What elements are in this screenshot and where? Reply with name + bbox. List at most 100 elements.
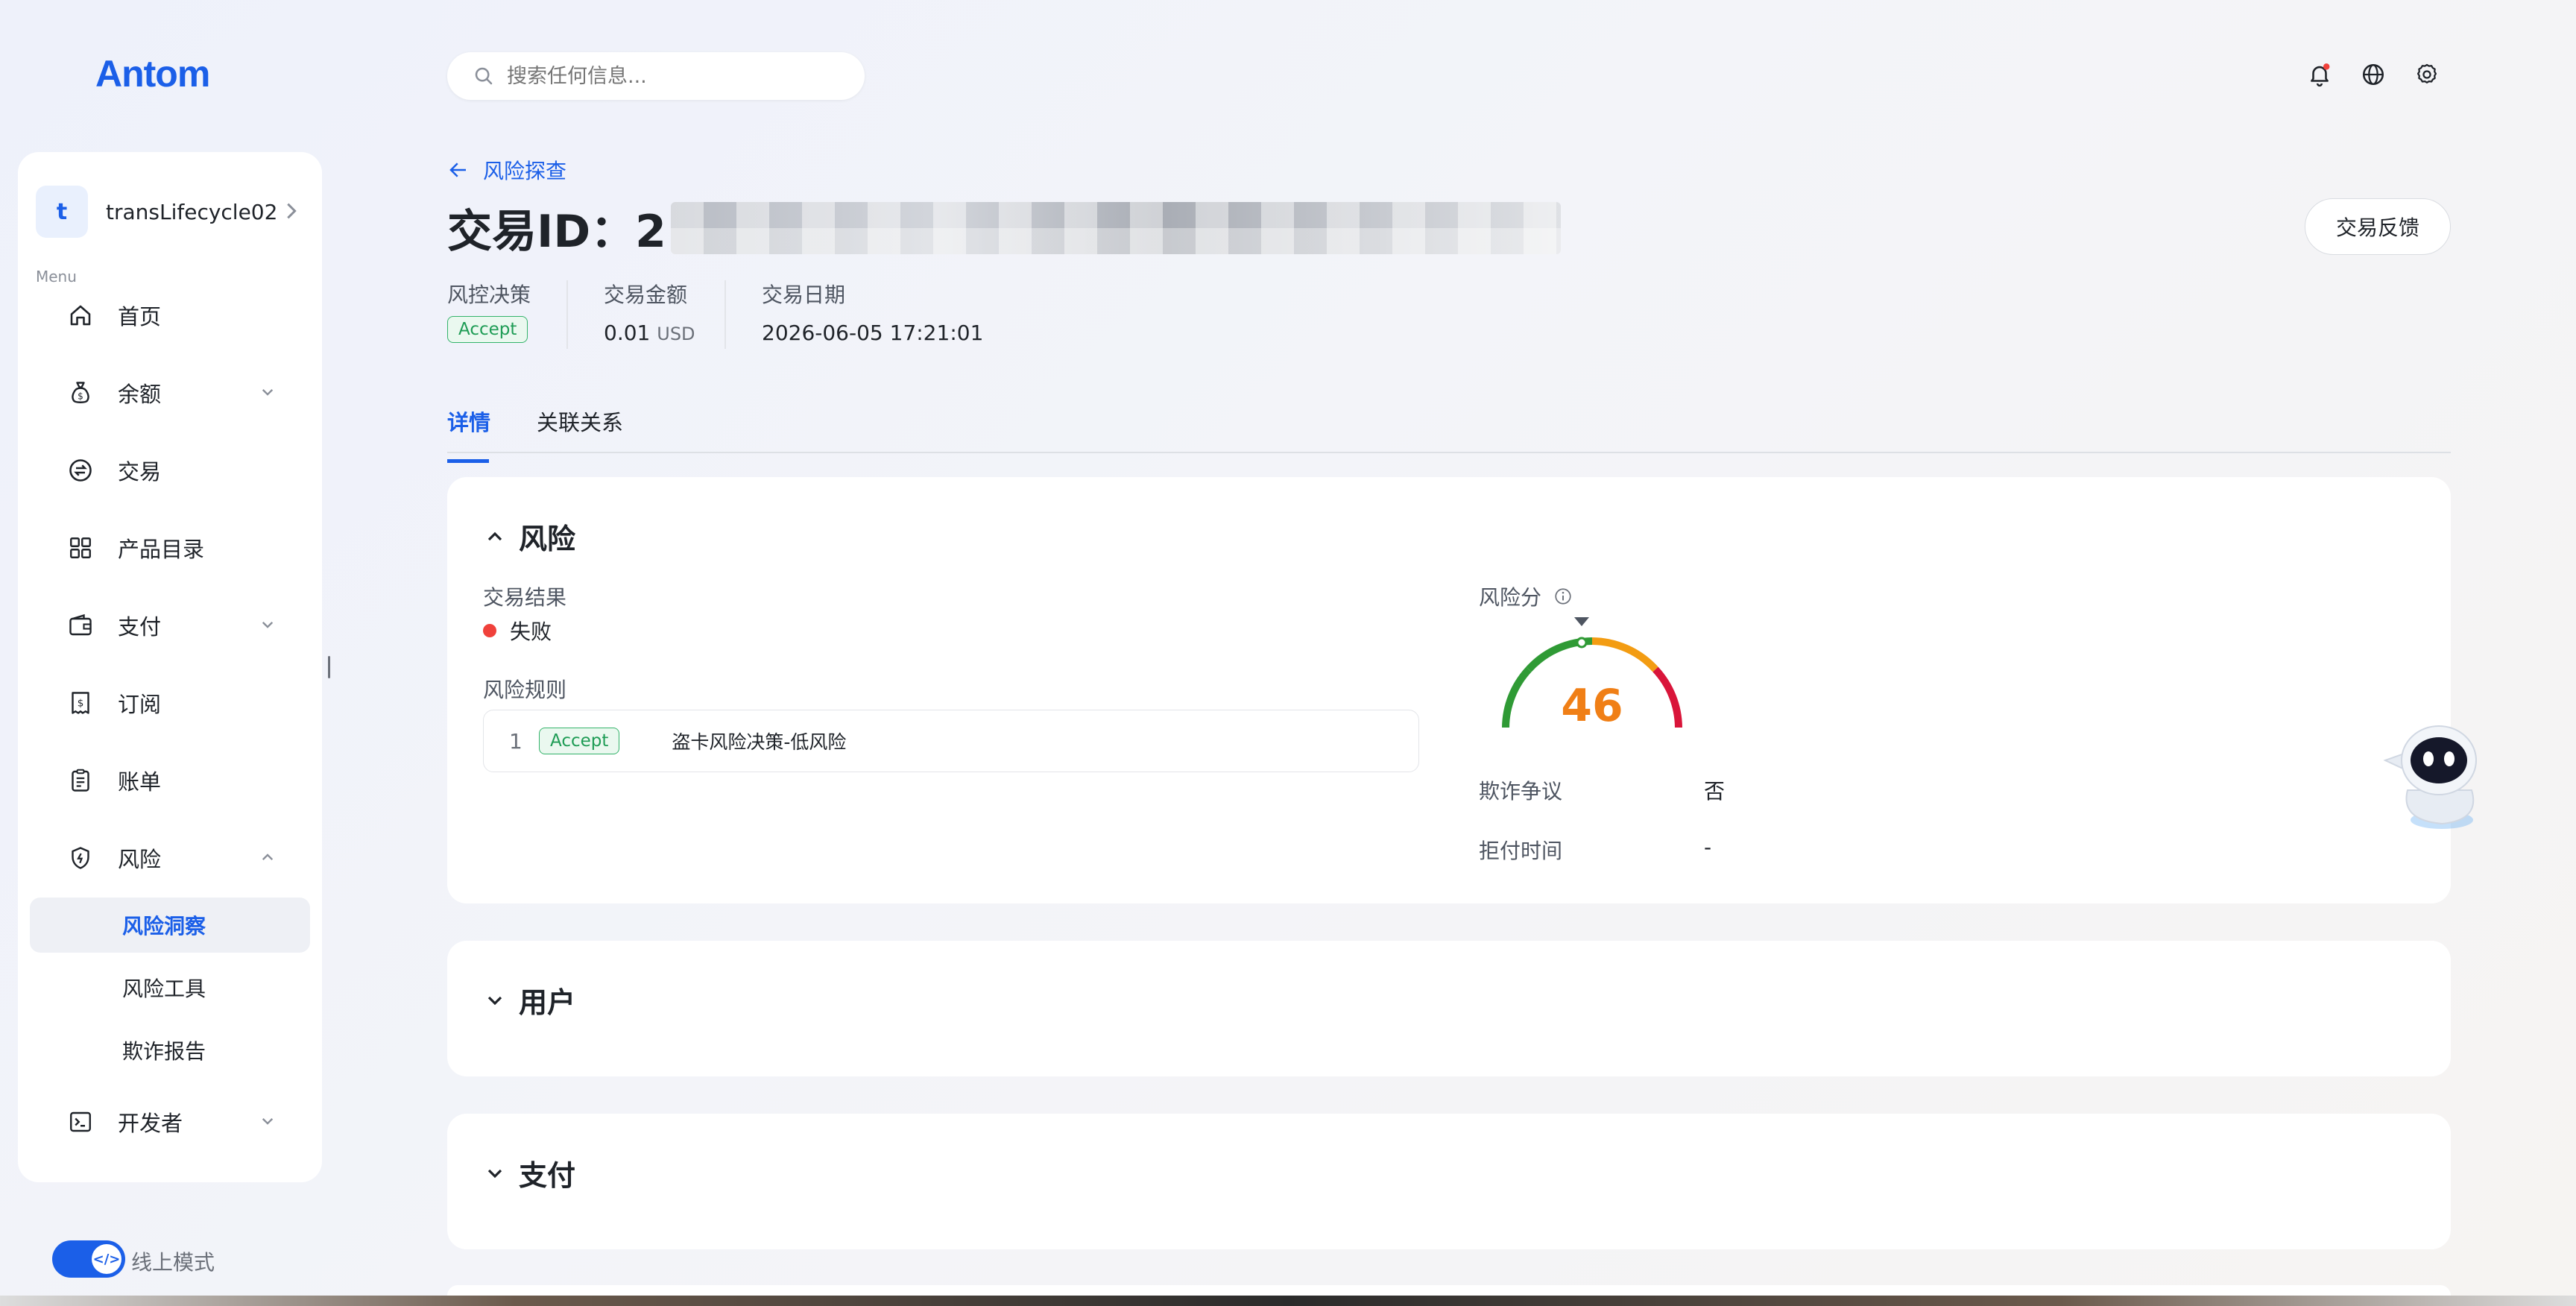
language-button[interactable] [2357, 58, 2390, 91]
bill-icon [64, 764, 97, 797]
tab-relations[interactable]: 关联关系 [537, 406, 623, 437]
sidebar: t transLifecycle02 Menu 首页 $ 余额 交易 产品目录 … [18, 152, 322, 1182]
tab-label: 关联关系 [537, 410, 624, 435]
transaction-feedback-button[interactable]: 交易反馈 [2305, 198, 2451, 255]
risk-score-header: 风险分 [1479, 581, 1573, 611]
tab-details[interactable]: 详情 [447, 406, 491, 463]
chevron-down-icon [487, 1169, 502, 1178]
card-title: 风险 [519, 523, 576, 555]
sidebar-item-label: 风险 [118, 847, 162, 872]
page-title: 交易ID：2 [447, 195, 1561, 260]
rule-index: 1 [509, 728, 523, 754]
sidebar-item-label: 交易 [118, 459, 162, 485]
robot-icon [2383, 725, 2477, 829]
user-card-header[interactable]: 用户 [484, 979, 575, 1020]
sidebar-item-home[interactable]: 首页 [33, 288, 307, 343]
risk-score-label: 风险分 [1479, 585, 1542, 610]
sidebar-item-transactions[interactable]: 交易 [33, 443, 307, 498]
redacted-transaction-id [670, 201, 1561, 254]
search-input[interactable] [505, 63, 836, 89]
window-bottom-edge [0, 1296, 2576, 1306]
result-label: 交易结果 [483, 585, 567, 610]
sidebar-item-label: 余额 [118, 382, 162, 407]
risk-decision-label: 风控决策 [447, 283, 531, 307]
svg-text:$: $ [78, 391, 83, 401]
menu-label: Menu [36, 268, 77, 286]
chevron-down-icon [262, 1118, 274, 1125]
live-mode-toggle[interactable]: </> [52, 1240, 125, 1278]
rules-label: 风险规则 [483, 678, 567, 702]
sidebar-item-label: 首页 [118, 304, 162, 329]
back-link-label: 风险探查 [483, 159, 567, 183]
antom-logo[interactable]: Antom [95, 52, 210, 95]
tab-label: 详情 [447, 410, 491, 435]
sidebar-item-payments[interactable]: 支付 [33, 598, 307, 653]
globe-icon [2362, 63, 2384, 86]
risk-score-value: 46 [1561, 680, 1623, 732]
rule-status-badge: Accept [539, 728, 620, 754]
receipt-icon: $ [64, 687, 97, 719]
risk-score-gauge: 46 [1500, 611, 1685, 739]
sidebar-item-subscriptions[interactable]: $ 订阅 [33, 675, 307, 731]
sidebar-item-label: 账单 [118, 769, 162, 795]
notification-button[interactable] [2303, 58, 2336, 91]
payment-card: 支付 [447, 1114, 2451, 1249]
sidebar-item-bills[interactable]: 账单 [33, 753, 307, 808]
risk-card: 风险 交易结果 失败 风险规则 1 Accept 盗卡风险决策-低风险 风险分 … [447, 477, 2451, 903]
info-icon[interactable] [1553, 587, 1573, 606]
bell-icon [2311, 63, 2330, 87]
account-switcher[interactable]: t transLifecycle02 [36, 179, 301, 245]
grid-icon [64, 531, 97, 564]
active-tab-indicator [447, 459, 489, 463]
risk-rule-row: 1 Accept 盗卡风险决策-低风险 [483, 710, 1419, 772]
fraud-dispute-value: 否 [1704, 779, 1726, 804]
payment-card-header[interactable]: 支付 [484, 1152, 575, 1193]
amount-label: 交易金额 [604, 283, 688, 307]
sidebar-item-balance[interactable]: $ 余额 [33, 365, 307, 420]
result-text: 失败 [510, 619, 552, 644]
amount-value: 0.01 [604, 321, 651, 345]
risk-card-header[interactable]: 风险 [484, 516, 575, 557]
sidebar-subitem-label: 风险工具 [122, 977, 206, 1001]
sidebar-subitem-fraud-report[interactable]: 欺诈报告 [30, 1023, 328, 1078]
chargeback-value: - [1704, 835, 1712, 859]
sidebar-subitem-risk-insight[interactable]: 风险洞察 [30, 898, 310, 953]
chevron-up-icon [487, 531, 502, 540]
status-dot [483, 624, 496, 637]
status-badge: Accept [447, 316, 528, 343]
sidebar-collapse-handle[interactable] [328, 656, 330, 678]
wallet-icon [64, 609, 97, 642]
gear-icon [2416, 63, 2437, 83]
sidebar-item-risk[interactable]: 风险 [33, 830, 307, 886]
money-bag-icon: $ [64, 376, 97, 409]
tab-bar: 详情 关联关系 [447, 395, 2451, 463]
arrow-left-icon [449, 163, 466, 177]
card-title: 支付 [519, 1159, 576, 1192]
risk-decision: 风控决策 Accept [447, 279, 531, 343]
account-name: transLifecycle02 [106, 199, 278, 224]
sidebar-subitem-label: 风险洞察 [122, 914, 206, 939]
sidebar-subitem-label: 欺诈报告 [122, 1039, 206, 1064]
card-title: 用户 [519, 986, 576, 1019]
search-bar[interactable] [447, 52, 865, 100]
assistant-robot-button[interactable] [2378, 708, 2482, 835]
rule-name: 盗卡风险决策-低风险 [672, 731, 847, 753]
chevron-down-icon [487, 996, 502, 1005]
chevron-down-icon [262, 389, 274, 396]
sidebar-subitem-risk-tools[interactable]: 风险工具 [30, 960, 328, 1015]
back-link[interactable]: 风险探查 [447, 155, 566, 185]
transaction-id-label: 交易ID：2 [447, 206, 666, 258]
sidebar-item-developer[interactable]: 开发者 [33, 1094, 307, 1149]
user-card: 用户 [447, 941, 2451, 1076]
chevron-right-icon [287, 203, 297, 219]
sidebar-item-catalog[interactable]: 产品目录 [33, 520, 307, 575]
avatar: t [36, 186, 88, 238]
home-icon [64, 299, 97, 332]
shield-icon [64, 842, 97, 874]
gauge-marker [1576, 637, 1588, 649]
search-icon [475, 67, 493, 85]
transaction-amount: 交易金额 0.01 USD [604, 279, 695, 345]
settings-button[interactable] [2411, 58, 2443, 91]
chevron-down-icon [262, 622, 274, 628]
transaction-date: 交易日期 2026-06-05 17:21:01 [762, 279, 983, 345]
